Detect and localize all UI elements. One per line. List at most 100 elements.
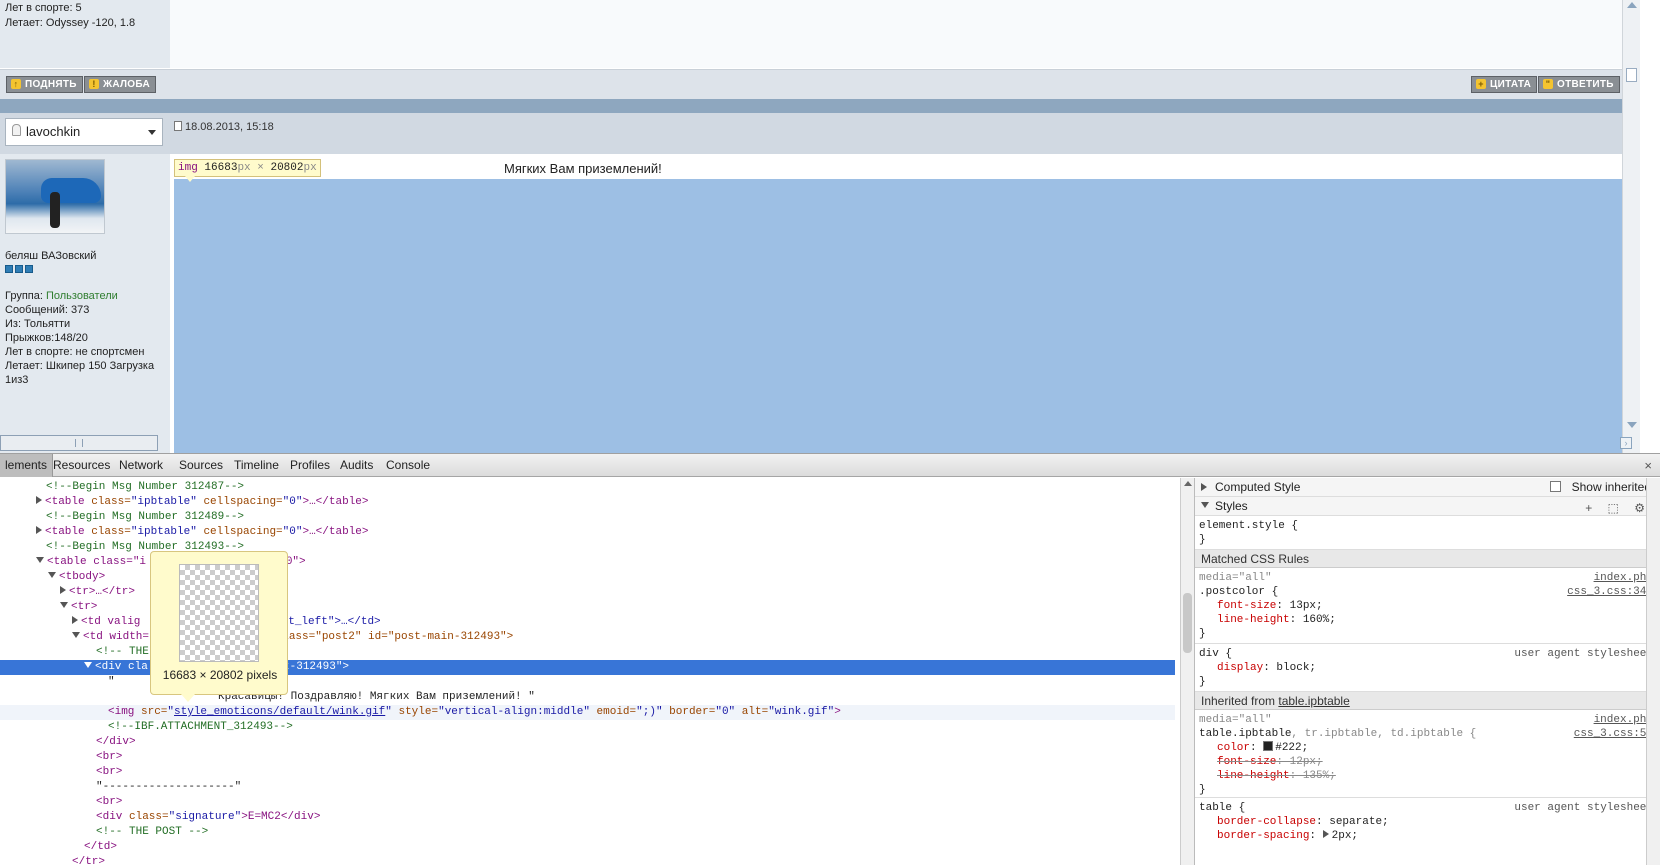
inspect-size-tooltip: img 16683px × 20802px <box>174 159 321 182</box>
tab-timeline[interactable]: Timeline <box>229 454 284 477</box>
element-style-rule[interactable]: element.style { } <box>1195 516 1660 550</box>
user-from: Из: Тольятти <box>5 318 71 330</box>
quote-button-label: ЦИТАТА <box>1490 79 1532 90</box>
user-flies-cont: 1из3 <box>5 374 29 386</box>
arrow-up-icon: ↑ <box>11 79 21 89</box>
styles-toolbar-icons[interactable]: + ⬚ ⚙ <box>1585 499 1651 517</box>
dom-line[interactable]: <br> <box>0 795 1175 810</box>
dom-line[interactable]: <div class="signature">E=MC2</div> <box>0 810 1175 825</box>
styles-pane: Computed Style Show inherited Styles + ⬚… <box>1194 478 1660 865</box>
dom-line[interactable]: <table class="ipbtable" cellspacing="0">… <box>0 525 1175 540</box>
scroll-right-arrow-icon[interactable]: › <box>1620 437 1632 449</box>
user-jumps: Прыжков:148/20 <box>5 332 88 344</box>
collapse-triangle-icon[interactable] <box>84 662 92 668</box>
lock-icon <box>12 124 21 136</box>
elements-vscrollbar[interactable] <box>1180 478 1194 865</box>
tab-elements[interactable]: lements <box>0 454 54 477</box>
group-link[interactable]: Пользователи <box>46 290 118 302</box>
report-button[interactable]: ! ЖАЛОБА <box>84 76 157 93</box>
div-ua-rule[interactable]: div { user agent stylesheet display: blo… <box>1195 644 1660 692</box>
expand-triangle-icon[interactable] <box>72 616 78 624</box>
dom-line-hovered[interactable]: <img src="style_emoticons/default/wink.g… <box>0 705 1175 720</box>
post-header: lavochkin 18.08.2013, 15:18 <box>0 113 1640 154</box>
web-page-viewport: Лет в спорте: 5 Летает: Odyssey -120, 1.… <box>0 0 1660 453</box>
dom-line[interactable]: <!--Begin Msg Number 312489--> <box>0 510 1175 525</box>
ipbtable-rule[interactable]: media="all" index.php table.ipbtable, tr… <box>1195 710 1660 798</box>
dom-line[interactable]: <!--IBF.ATTACHMENT_312493--> <box>0 720 1175 735</box>
styles-header[interactable]: Styles + ⬚ ⚙ <box>1195 497 1660 516</box>
exclamation-icon: ! <box>89 79 99 89</box>
reply-button-label: ОТВЕТИТЬ <box>1557 79 1614 90</box>
dom-line[interactable]: <!-- THE POST --> <box>0 825 1175 840</box>
expand-triangle-icon[interactable] <box>36 496 42 504</box>
avatar[interactable] <box>5 159 105 234</box>
close-icon[interactable]: × <box>1644 458 1652 473</box>
tab-network[interactable]: Network <box>114 454 168 477</box>
dom-line[interactable]: </td> <box>0 840 1175 855</box>
styles-vscrollbar[interactable] <box>1646 478 1660 865</box>
avatar-person <box>50 192 60 228</box>
user-messages: Сообщений: 373 <box>5 304 90 316</box>
prev-sport-years: Лет в спорте: 5 <box>5 2 82 14</box>
dom-line[interactable]: <!--Begin Msg Number 312487--> <box>0 480 1175 495</box>
postcolor-rule[interactable]: media="all" index.php .postcolor { css_3… <box>1195 568 1660 644</box>
author-sidebar: беляш ВАЗовский Группа: Пользователи Соо… <box>0 154 170 453</box>
table-ua-rule[interactable]: table { user agent stylesheet border-col… <box>1195 798 1660 865</box>
source-link[interactable]: css_3.css:55 <box>1574 727 1653 741</box>
document-icon <box>174 121 182 131</box>
source-link[interactable]: index.php <box>1594 713 1653 727</box>
username: lavochkin <box>26 124 81 139</box>
inherited-from-header: Inherited from table.ipbtable <box>1195 692 1660 710</box>
collapse-triangle-icon[interactable] <box>60 602 68 608</box>
expand-triangle-icon[interactable] <box>1322 830 1329 838</box>
rank-pips <box>5 264 35 276</box>
user-group: Группа: Пользователи <box>5 290 118 302</box>
collapse-triangle-icon[interactable] <box>36 557 44 563</box>
inherited-from-link[interactable]: table.ipbtable <box>1278 694 1349 708</box>
scroll-up-arrow-icon[interactable] <box>1627 2 1637 8</box>
dom-line[interactable]: </div> <box>0 735 1175 750</box>
expand-triangle-icon[interactable] <box>60 586 66 594</box>
user-sport-years: Лет в спорте: не спортсмен <box>5 346 145 358</box>
show-inherited-checkbox[interactable] <box>1550 481 1561 492</box>
user-title: беляш ВАЗовский <box>5 250 97 262</box>
tab-audits[interactable]: Audits <box>335 454 378 477</box>
image-preview-popover: 16683 × 20802 pixels <box>150 551 288 702</box>
collapse-triangle-icon[interactable] <box>1201 502 1209 508</box>
scroll-thumb[interactable] <box>1183 593 1192 653</box>
reply-button[interactable]: " ОТВЕТИТЬ <box>1538 76 1620 93</box>
dom-line[interactable]: <br> <box>0 765 1175 780</box>
page-vscrollbar[interactable] <box>1622 0 1640 453</box>
source-link[interactable]: css_3.css:344 <box>1567 585 1653 599</box>
expand-triangle-icon[interactable] <box>36 526 42 534</box>
tab-console[interactable]: Console <box>381 454 435 477</box>
img-src-link[interactable]: style_emoticons/default/wink.gif <box>174 706 385 718</box>
scroll-thumb[interactable] <box>1626 68 1637 82</box>
source-link[interactable]: index.php <box>1594 571 1653 585</box>
chevron-down-icon <box>148 130 156 135</box>
tab-resources[interactable]: Resources <box>48 454 115 477</box>
username-dropdown[interactable]: lavochkin <box>5 118 163 146</box>
dom-line[interactable]: <br> <box>0 750 1175 765</box>
image-preview-caption: 16683 × 20802 pixels <box>162 668 278 682</box>
quote-button[interactable]: + ЦИТАТА <box>1471 76 1538 93</box>
dom-line[interactable]: <table class="ipbtable" cellspacing="0">… <box>0 495 1175 510</box>
sidebar-hscrollbar[interactable] <box>0 435 158 451</box>
computed-style-header[interactable]: Computed Style Show inherited <box>1195 478 1660 497</box>
collapse-triangle-icon[interactable] <box>72 632 80 638</box>
scroll-down-arrow-icon[interactable] <box>1627 422 1637 428</box>
post-separator <box>0 99 1622 113</box>
matched-rules-header: Matched CSS Rules <box>1195 550 1660 568</box>
devtools-tabbar: lements Resources Network Sources Timeli… <box>0 454 1660 477</box>
dom-line[interactable]: "--------------------" <box>0 780 1175 795</box>
collapse-triangle-icon[interactable] <box>48 572 56 578</box>
scroll-up-arrow-icon[interactable] <box>1184 481 1192 486</box>
expand-triangle-icon[interactable] <box>1201 483 1207 491</box>
tab-profiles[interactable]: Profiles <box>285 454 335 477</box>
tab-sources[interactable]: Sources <box>174 454 228 477</box>
up-button[interactable]: ↑ ПОДНЯТЬ <box>6 76 83 93</box>
quote-marks-icon: " <box>1543 79 1553 89</box>
post-button-bar: ↑ ПОДНЯТЬ ! ЖАЛОБА + ЦИТАТА " ОТВЕТИТЬ <box>0 69 1622 99</box>
color-swatch[interactable] <box>1263 741 1274 751</box>
prev-post-body <box>170 0 1622 68</box>
